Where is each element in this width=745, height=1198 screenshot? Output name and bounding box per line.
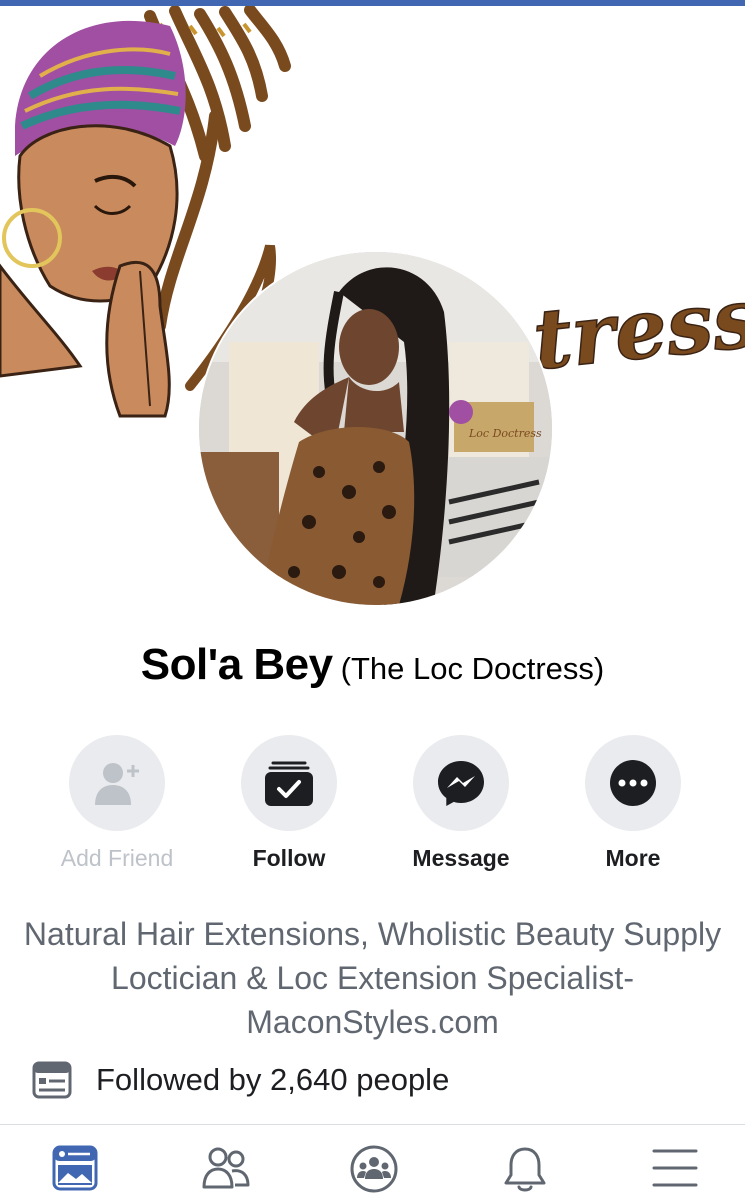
page-card-icon bbox=[32, 1060, 72, 1100]
tab-menu[interactable] bbox=[652, 1145, 702, 1193]
profile-name-row: Sol'a Bey (The Loc Doctress) bbox=[0, 640, 745, 690]
more-button[interactable]: More bbox=[548, 735, 718, 872]
photo-watermark-text: Loc Doctress bbox=[468, 427, 542, 440]
messenger-icon bbox=[438, 761, 484, 806]
follow-button-circle[interactable] bbox=[241, 735, 337, 831]
friends-icon bbox=[202, 1147, 250, 1189]
message-button-circle[interactable] bbox=[413, 735, 509, 831]
message-label: Message bbox=[412, 845, 510, 871]
profile-name: Sol'a Bey bbox=[140, 640, 333, 689]
profile-bio: Natural Hair Extensions, Wholistic Beaut… bbox=[23, 916, 722, 1040]
followers-row[interactable]: Followed by 2,640 people bbox=[32, 1058, 449, 1102]
add-friend-button-circle[interactable] bbox=[69, 735, 165, 831]
tab-notifications[interactable] bbox=[503, 1145, 553, 1193]
profile-photo: Loc Doctress bbox=[199, 252, 552, 605]
follow-label: Follow bbox=[252, 845, 326, 871]
more-label: More bbox=[605, 845, 661, 871]
profile-picture-ring[interactable]: Loc Doctress bbox=[197, 250, 554, 607]
hamburger-menu-icon bbox=[652, 1149, 698, 1187]
more-icon bbox=[610, 760, 656, 806]
tab-groups[interactable] bbox=[350, 1145, 400, 1193]
add-friend-button[interactable]: Add Friend bbox=[32, 735, 202, 872]
bell-icon bbox=[504, 1147, 546, 1192]
add-friend-icon bbox=[95, 763, 139, 805]
message-button[interactable]: Message bbox=[376, 735, 546, 872]
add-friend-label: Add Friend bbox=[60, 845, 174, 871]
tab-friends[interactable] bbox=[202, 1145, 252, 1193]
news-feed-icon bbox=[52, 1145, 98, 1191]
bottom-tab-bar bbox=[0, 1124, 745, 1198]
follow-icon bbox=[265, 761, 313, 806]
profile-actions: Add Friend Follow Message More bbox=[0, 735, 745, 875]
follow-button[interactable]: Follow bbox=[204, 735, 374, 872]
profile-picture[interactable]: Loc Doctress bbox=[199, 252, 552, 605]
groups-icon bbox=[350, 1145, 398, 1193]
tab-news-feed[interactable] bbox=[52, 1145, 102, 1193]
cover-script-text: tress bbox=[529, 270, 745, 389]
profile-alternate-name: (The Loc Doctress) bbox=[340, 651, 605, 686]
more-button-circle[interactable] bbox=[585, 735, 681, 831]
followers-count-text: Followed by 2,640 people bbox=[96, 1062, 450, 1097]
